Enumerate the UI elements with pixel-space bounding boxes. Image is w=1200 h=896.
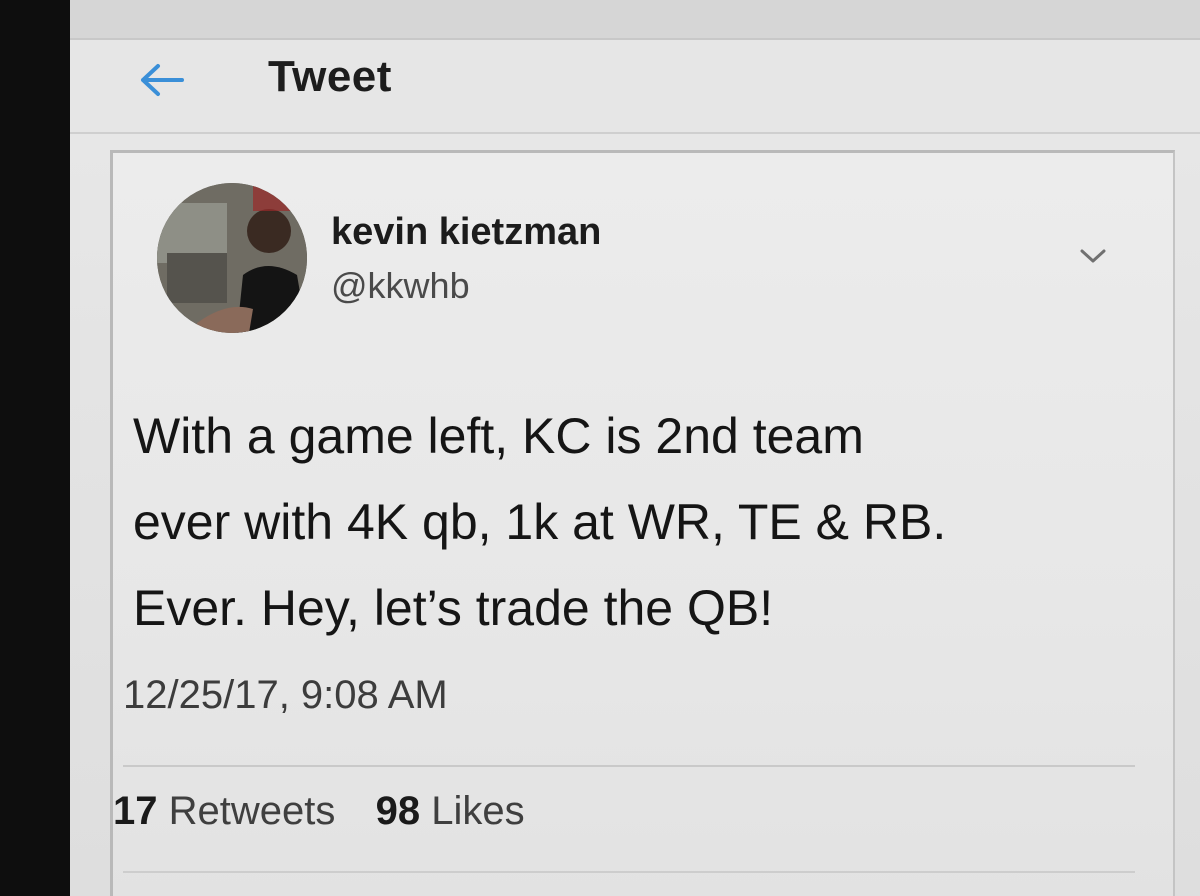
tweet-text: With a game left, KC is 2nd team ever wi…: [133, 393, 1133, 651]
arrow-left-icon: [141, 64, 184, 96]
tweet-text-line: Ever. Hey, let’s trade the QB!: [133, 580, 774, 636]
retweets-stat[interactable]: 17 Retweets: [113, 789, 347, 833]
tweet-timestamp: 12/25/17, 9:08 AM: [123, 673, 448, 717]
bottom-divider: [123, 871, 1135, 873]
header-divider: [70, 132, 1200, 134]
retweets-label: Retweets: [168, 789, 336, 833]
top-nav-bar: Tweet: [70, 40, 1200, 132]
avatar-photo: [157, 183, 307, 333]
status-bar: [70, 0, 1200, 40]
chevron-down-icon: [1080, 249, 1106, 263]
likes-count: 98: [375, 789, 421, 833]
page-title: Tweet: [268, 52, 392, 101]
tweet-screen: Tweet kevin kietzman @kkwhb With a game …: [70, 0, 1200, 896]
stats-divider: [123, 765, 1135, 767]
tweet-text-line: ever with 4K qb, 1k at WR, TE & RB.: [133, 494, 947, 550]
tweet-stats: 17 Retweets 98 Likes: [113, 789, 525, 834]
back-button[interactable]: [134, 58, 190, 102]
tweet-text-line: With a game left, KC is 2nd team: [133, 408, 864, 464]
tweet-card: kevin kietzman @kkwhb With a game left, …: [110, 150, 1175, 896]
avatar[interactable]: [157, 183, 307, 333]
retweets-count: 17: [113, 789, 158, 833]
likes-stat[interactable]: 98 Likes: [376, 789, 525, 833]
author-handle[interactable]: @kkwhb: [331, 265, 470, 307]
tweet-menu-button[interactable]: [1073, 241, 1113, 271]
likes-label: Likes: [431, 789, 525, 833]
author-name[interactable]: kevin kietzman: [331, 211, 601, 254]
